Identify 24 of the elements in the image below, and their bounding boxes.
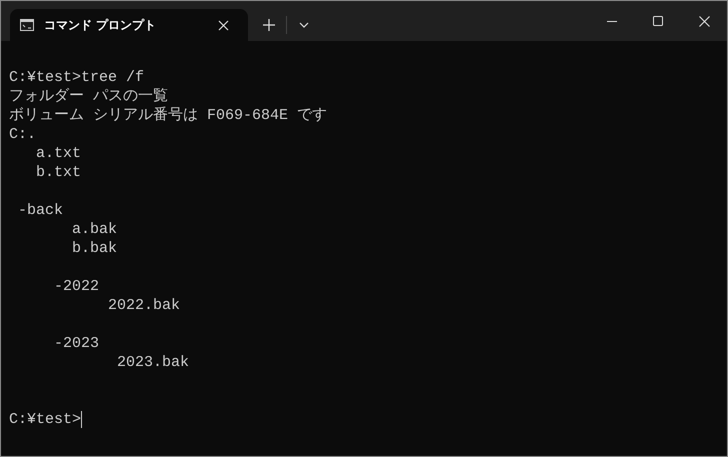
tab-title: コマンド プロンプト bbox=[44, 16, 158, 34]
console-line: 2023.bak bbox=[116, 353, 190, 372]
console-line: 2022.bak bbox=[107, 296, 180, 315]
close-icon bbox=[698, 16, 710, 26]
terminal-tab[interactable]: コマンド プロンプト bbox=[10, 9, 248, 41]
console-line: b.bak bbox=[71, 239, 118, 258]
console-line: -2022 bbox=[53, 277, 100, 296]
terminal-icon bbox=[20, 19, 34, 31]
maximize-icon bbox=[653, 16, 663, 26]
console-line: ボリューム シリアル番号は F069-684E です bbox=[9, 106, 328, 125]
console-line: -back bbox=[17, 201, 64, 220]
text-cursor bbox=[81, 411, 82, 428]
console-line: C:. bbox=[9, 125, 36, 144]
command-prompt: C:¥test> bbox=[9, 410, 82, 429]
close-icon bbox=[218, 20, 228, 30]
chevron-down-icon bbox=[299, 22, 309, 28]
console-line: フォルダー パスの一覧 bbox=[9, 87, 168, 106]
console-line: -2023 bbox=[53, 334, 100, 353]
console-line: b.txt bbox=[35, 163, 82, 182]
console-line: a.txt bbox=[35, 144, 82, 163]
minimize-icon bbox=[607, 20, 617, 22]
console-line: a.bak bbox=[71, 220, 118, 239]
plus-icon bbox=[263, 19, 275, 31]
console-line: C:¥test>tree /f bbox=[9, 68, 144, 87]
